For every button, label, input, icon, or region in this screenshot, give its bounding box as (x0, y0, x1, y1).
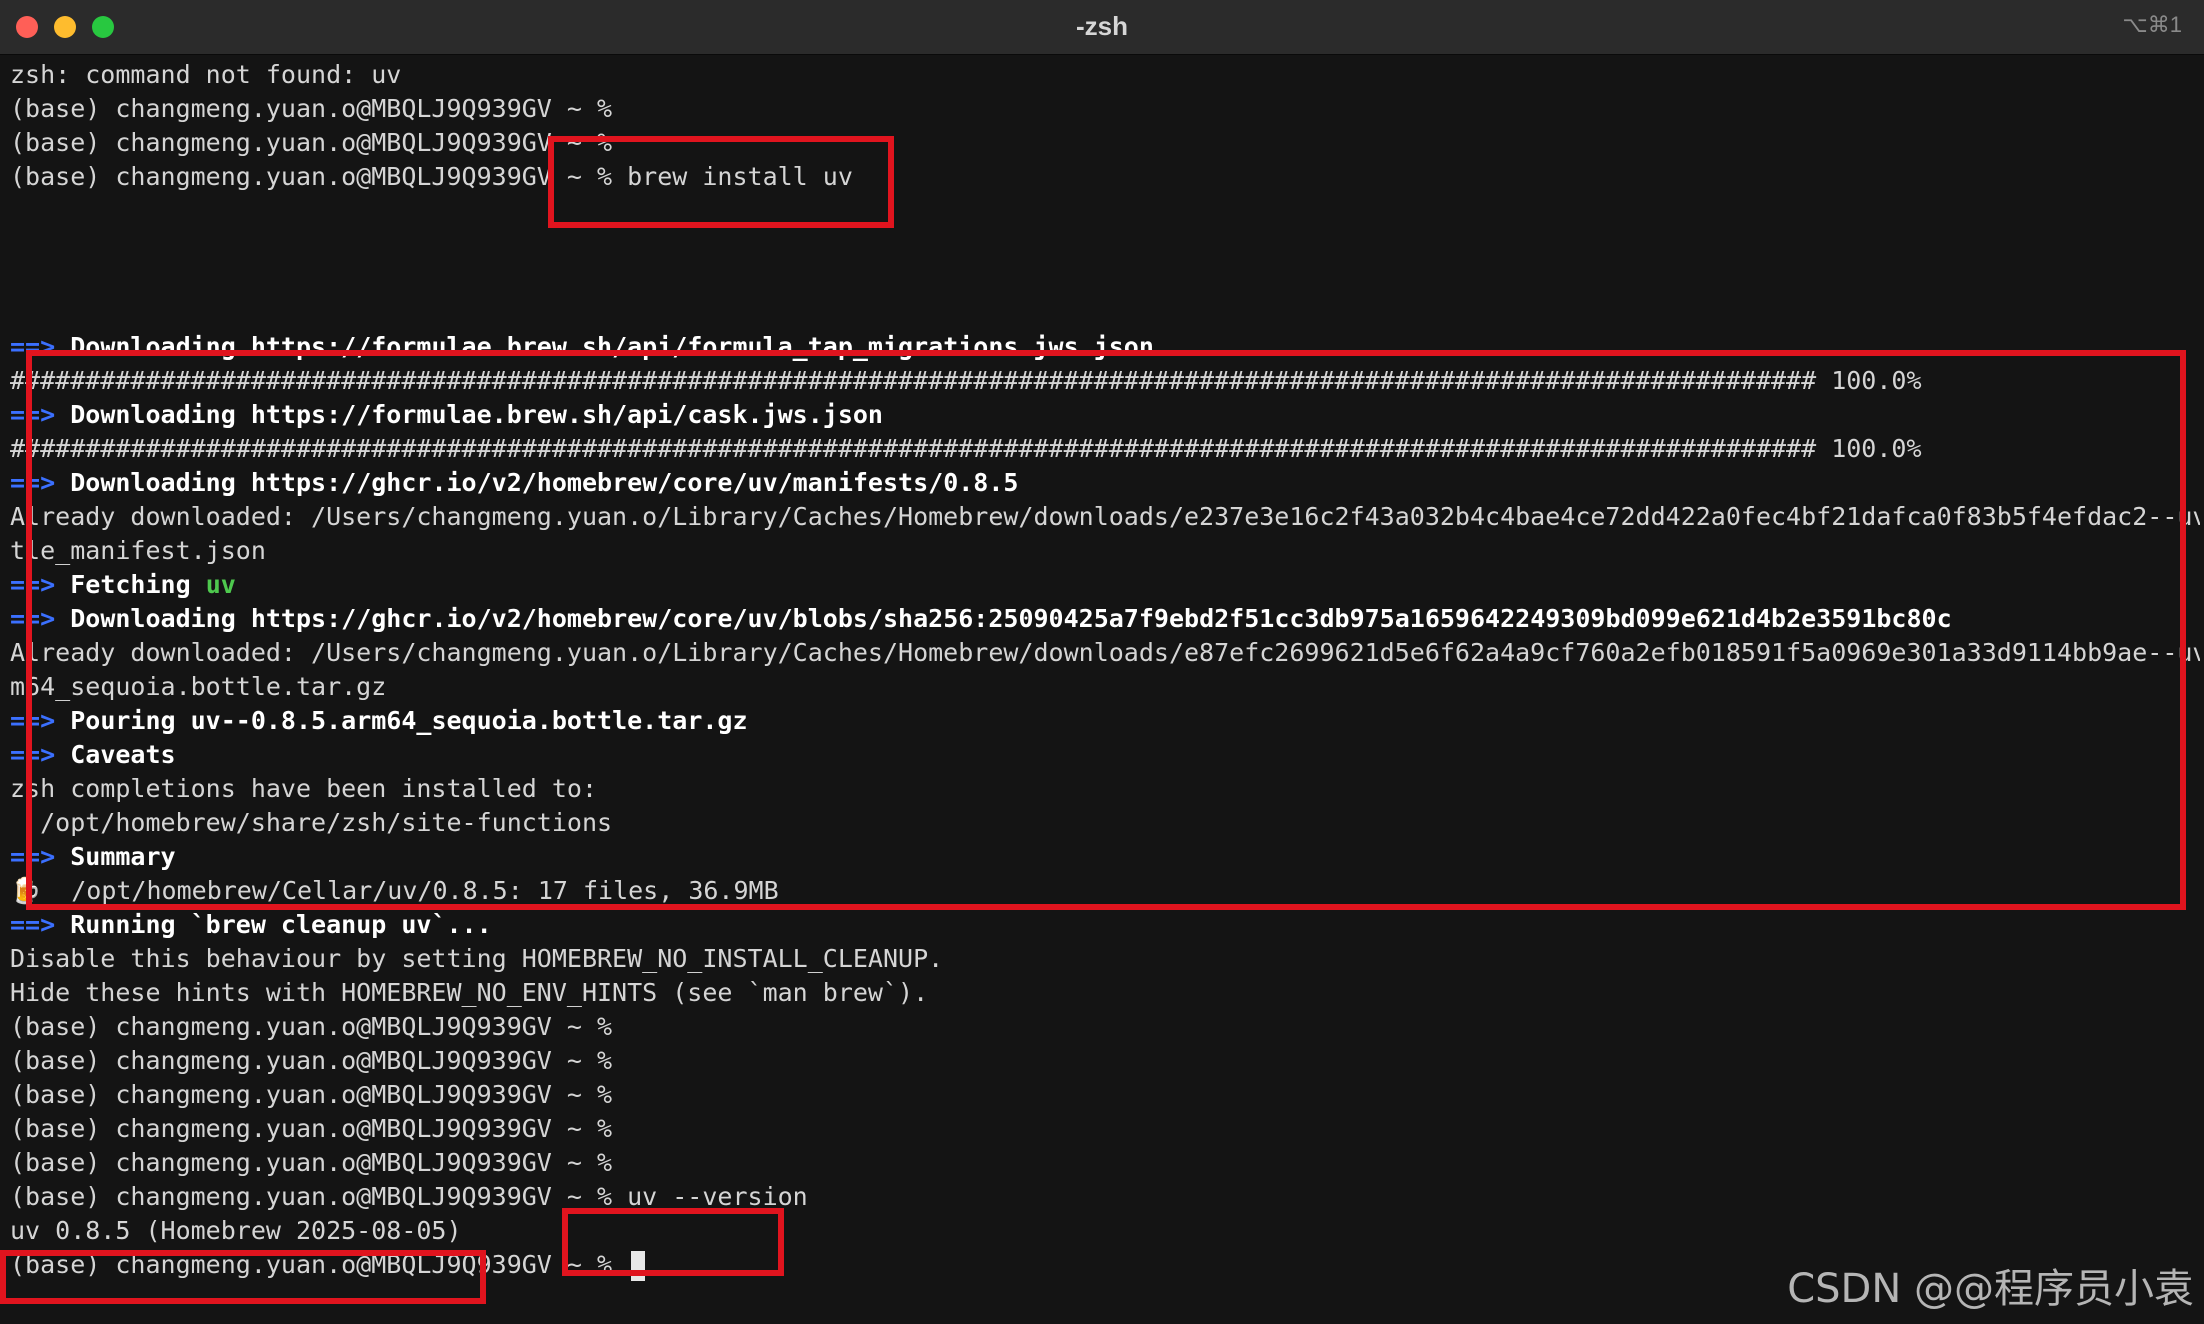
brew-arrow-icon: ==> (10, 468, 56, 497)
terminal-line: ########################################… (10, 432, 2200, 466)
terminal-line: ==> Downloading https://formulae.brew.sh… (10, 398, 2200, 432)
terminal-line: (base) changmeng.yuan.o@MBQLJ9Q939GV ~ % (10, 1010, 2200, 1044)
terminal-window: -zsh ⌥⌘1 zsh: command not found: uv (base… (0, 0, 2204, 1324)
terminal-line: 🍺 /opt/homebrew/Cellar/uv/0.8.5: 17 file… (10, 874, 2200, 908)
shell-prompt: (base) changmeng.yuan.o@MBQLJ9Q939GV ~ % (10, 1250, 628, 1279)
brew-arrow-icon: ==> (10, 842, 56, 871)
brew-message: Downloading https://ghcr.io/v2/homebrew/… (70, 468, 1019, 497)
brew-message: Downloading https://ghcr.io/v2/homebrew/… (70, 604, 1952, 633)
terminal-line: tle_manifest.json (10, 534, 2200, 568)
output-text: uv 0.8.5 (Homebrew 2025-08-05) (10, 1216, 462, 1245)
terminal-line: ==> Pouring uv--0.8.5.arm64_sequoia.bott… (10, 704, 2200, 738)
text-cursor[interactable] (631, 1251, 646, 1281)
terminal-line: (base) changmeng.yuan.o@MBQLJ9Q939GV ~ %… (10, 1180, 2200, 1214)
terminal-line: (base) changmeng.yuan.o@MBQLJ9Q939GV ~ % (10, 1078, 2200, 1112)
brew-arrow-icon: ==> (10, 706, 56, 735)
output-text: ########################################… (10, 366, 1922, 395)
output-text: Disable this behaviour by setting HOMEBR… (10, 944, 944, 973)
output-text: 🍺 /opt/homebrew/Cellar/uv/0.8.5: 17 file… (10, 876, 779, 905)
terminal-line: (base) changmeng.yuan.o@MBQLJ9Q939GV ~ % (10, 1112, 2200, 1146)
shell-prompt: (base) changmeng.yuan.o@MBQLJ9Q939GV ~ %… (10, 1182, 808, 1211)
terminal-line: ########################################… (10, 364, 2200, 398)
brew-message: Downloading https://formulae.brew.sh/api… (70, 332, 1154, 361)
terminal-line: (base) changmeng.yuan.o@MBQLJ9Q939GV ~ % (10, 126, 2200, 160)
shell-prompt: (base) changmeng.yuan.o@MBQLJ9Q939GV ~ % (10, 94, 613, 123)
terminal-line: Already downloaded: /Users/changmeng.yua… (10, 636, 2200, 670)
terminal-line: ==> Fetching uv (10, 568, 2200, 602)
brew-arrow-icon: ==> (10, 740, 56, 769)
shell-prompt: (base) changmeng.yuan.o@MBQLJ9Q939GV ~ % (10, 1012, 613, 1041)
terminal-line: zsh: command not found: uv (10, 58, 2200, 92)
output-text: m64_sequoia.bottle.tar.gz (10, 672, 387, 701)
output-text: ########################################… (10, 434, 1922, 463)
terminal-line: ==> Caveats (10, 738, 2200, 772)
terminal-line: ==> Summary (10, 840, 2200, 874)
shell-prompt: (base) changmeng.yuan.o@MBQLJ9Q939GV ~ % (10, 1114, 613, 1143)
output-text: /opt/homebrew/share/zsh/site-functions (10, 808, 613, 837)
terminal-line: ==> Downloading https://formulae.brew.sh… (10, 330, 2200, 364)
terminal-line: (base) changmeng.yuan.o@MBQLJ9Q939GV ~ % (10, 1044, 2200, 1078)
terminal-line: (base) changmeng.yuan.o@MBQLJ9Q939GV ~ % (10, 92, 2200, 126)
brew-arrow-icon: ==> (10, 604, 56, 633)
terminal-line: Disable this behaviour by setting HOMEBR… (10, 942, 2200, 976)
terminal-line: m64_sequoia.bottle.tar.gz (10, 670, 2200, 704)
shell-prompt: (base) changmeng.yuan.o@MBQLJ9Q939GV ~ % (10, 1148, 613, 1177)
output-text: Already downloaded: /Users/changmeng.yua… (10, 638, 2200, 667)
output-text: zsh: command not found: uv (10, 60, 402, 89)
terminal-line: ==> Running `brew cleanup uv`... (10, 908, 2200, 942)
terminal-line: (base) changmeng.yuan.o@MBQLJ9Q939GV ~ %… (10, 160, 2200, 194)
brew-arrow-icon: ==> (10, 910, 56, 939)
brew-message: Caveats (70, 740, 176, 769)
shell-prompt: (base) changmeng.yuan.o@MBQLJ9Q939GV ~ % (10, 1046, 613, 1075)
brew-message: Fetching (70, 570, 191, 599)
brew-arrow-icon: ==> (10, 332, 56, 361)
output-text: Already downloaded: /Users/changmeng.yua… (10, 502, 2200, 531)
brew-message: Downloading https://formulae.brew.sh/api… (70, 400, 883, 429)
terminal-output[interactable]: zsh: command not found: uv (base) changme… (10, 58, 2200, 1282)
brew-arrow-icon: ==> (10, 570, 56, 599)
window-shortcut-label: ⌥⌘1 (2122, 12, 2182, 37)
terminal-line: (base) changmeng.yuan.o@MBQLJ9Q939GV ~ % (10, 1146, 2200, 1180)
shell-prompt: (base) changmeng.yuan.o@MBQLJ9Q939GV ~ %… (10, 162, 853, 191)
shell-prompt: (base) changmeng.yuan.o@MBQLJ9Q939GV ~ % (10, 128, 613, 157)
output-text: tle_manifest.json (10, 536, 266, 565)
output-text: zsh completions have been installed to: (10, 774, 597, 803)
window-title: -zsh (1076, 11, 1128, 41)
shell-prompt: (base) changmeng.yuan.o@MBQLJ9Q939GV ~ % (10, 1080, 613, 1109)
terminal-line: zsh completions have been installed to: (10, 772, 2200, 806)
brew-message: Summary (70, 842, 176, 871)
watermark: CSDN @@程序员小袁 (1787, 1266, 2194, 1312)
terminal-line: ==> Downloading https://ghcr.io/v2/homeb… (10, 466, 2200, 500)
terminal-line: ==> Downloading https://ghcr.io/v2/homeb… (10, 602, 2200, 636)
brew-message: Pouring uv--0.8.5.arm64_sequoia.bottle.t… (70, 706, 748, 735)
output-text: Hide these hints with HOMEBREW_NO_ENV_HI… (10, 978, 929, 1007)
terminal-line: Already downloaded: /Users/changmeng.yua… (10, 500, 2200, 534)
terminal-line: Hide these hints with HOMEBREW_NO_ENV_HI… (10, 976, 2200, 1010)
brew-message: Running `brew cleanup uv`... (70, 910, 492, 939)
brew-arrow-icon: ==> (10, 400, 56, 429)
fetch-package-name: uv (205, 570, 236, 599)
title-bar[interactable]: -zsh ⌥⌘1 (0, 0, 2204, 55)
terminal-line: /opt/homebrew/share/zsh/site-functions (10, 806, 2200, 840)
terminal-line: uv 0.8.5 (Homebrew 2025-08-05) (10, 1214, 2200, 1248)
